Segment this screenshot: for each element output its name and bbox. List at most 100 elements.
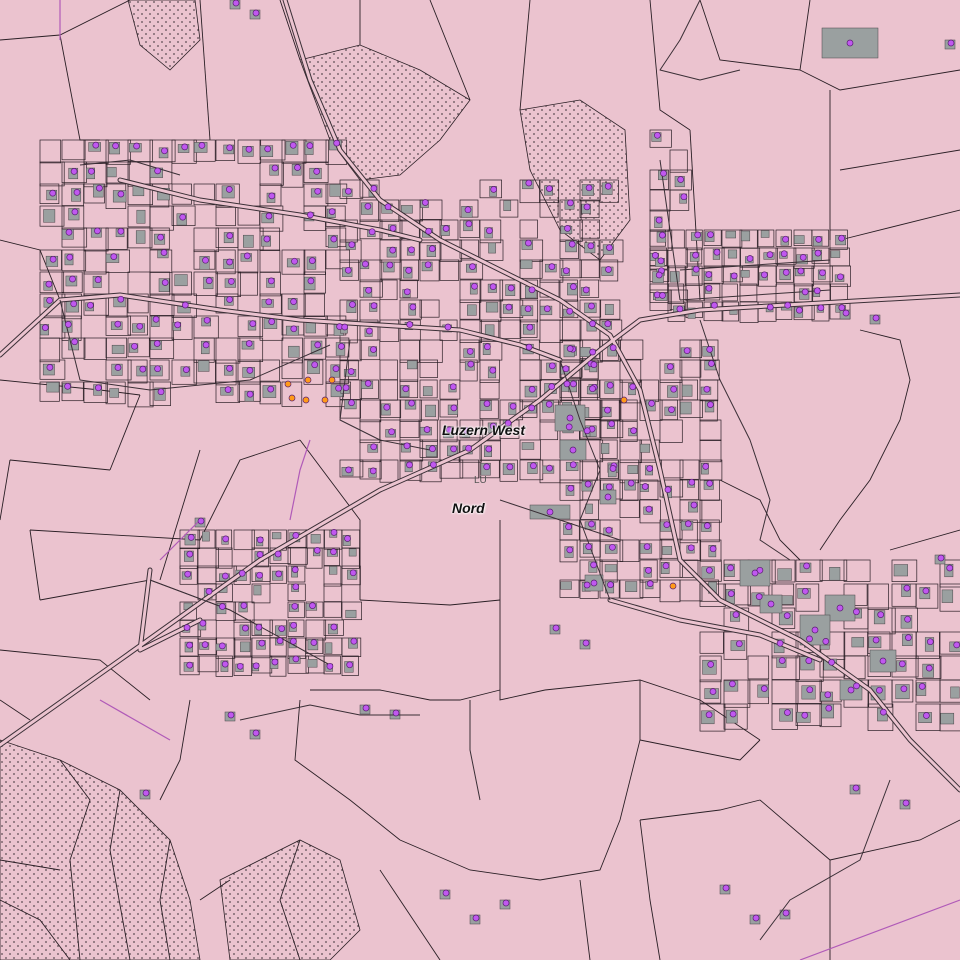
address-point[interactable] xyxy=(655,216,663,224)
address-point[interactable] xyxy=(778,657,786,664)
address-point[interactable] xyxy=(307,211,314,219)
address-point[interactable] xyxy=(346,661,354,669)
address-point[interactable] xyxy=(242,624,249,632)
address-point[interactable] xyxy=(384,203,392,211)
address-point[interactable] xyxy=(837,273,844,281)
address-point[interactable] xyxy=(246,367,254,374)
address-point[interactable] xyxy=(584,480,592,488)
address-point[interactable] xyxy=(780,250,788,258)
address-point[interactable] xyxy=(838,304,846,311)
address-point[interactable] xyxy=(819,269,826,277)
address-point[interactable] xyxy=(552,624,560,632)
address-point[interactable] xyxy=(645,505,653,513)
address-point[interactable] xyxy=(872,636,880,644)
address-point[interactable] xyxy=(186,641,193,649)
address-point[interactable] xyxy=(218,642,226,650)
address-point[interactable] xyxy=(528,404,536,412)
address-point[interactable] xyxy=(838,234,845,242)
address-point[interactable] xyxy=(654,131,661,139)
address-point[interactable] xyxy=(782,235,789,243)
address-point[interactable] xyxy=(276,637,284,645)
address-point[interactable] xyxy=(767,600,775,608)
address-point[interactable] xyxy=(402,385,410,393)
address-point[interactable] xyxy=(256,536,264,544)
address-point[interactable] xyxy=(465,444,472,452)
address-point[interactable] xyxy=(314,341,322,349)
address-point[interactable] xyxy=(872,314,880,322)
address-point[interactable] xyxy=(766,251,774,258)
address-point[interactable] xyxy=(226,296,234,303)
address-point[interactable] xyxy=(630,427,637,434)
address-point[interactable] xyxy=(153,340,161,347)
address-point[interactable] xyxy=(546,464,553,472)
address-point[interactable] xyxy=(349,569,357,577)
address-point[interactable] xyxy=(49,189,57,197)
address-point[interactable] xyxy=(713,248,721,256)
address-point[interactable] xyxy=(383,403,391,411)
address-point[interactable] xyxy=(45,280,53,288)
address-point[interactable] xyxy=(49,255,57,263)
address-point[interactable] xyxy=(796,306,803,314)
address-point[interactable] xyxy=(450,445,457,453)
address-point[interactable] xyxy=(528,286,536,294)
address-point[interactable] xyxy=(271,658,279,666)
address-point[interactable] xyxy=(181,301,189,309)
address-point[interactable] xyxy=(670,385,678,393)
address-point[interactable] xyxy=(64,382,71,390)
address-point[interactable] xyxy=(569,446,577,454)
address-point[interactable] xyxy=(784,301,792,309)
address-point[interactable] xyxy=(947,39,955,47)
address-point[interactable] xyxy=(345,466,352,474)
address-point[interactable] xyxy=(263,235,271,243)
address-point[interactable] xyxy=(344,535,351,542)
address-point[interactable] xyxy=(181,143,189,151)
address-point[interactable] xyxy=(806,686,814,694)
address-point[interactable] xyxy=(694,231,702,239)
address-point[interactable] xyxy=(582,639,590,647)
address-point[interactable] xyxy=(219,603,226,610)
address-point[interactable] xyxy=(469,263,476,270)
address-point[interactable] xyxy=(142,789,150,797)
address-point[interactable] xyxy=(465,220,473,228)
address-point[interactable] xyxy=(677,176,685,183)
address-point[interactable] xyxy=(546,185,553,192)
address-point[interactable] xyxy=(157,233,164,241)
address-point[interactable] xyxy=(605,483,613,491)
address-point[interactable] xyxy=(290,637,297,645)
address-point[interactable] xyxy=(291,566,299,573)
address-point[interactable] xyxy=(184,570,192,578)
address-point[interactable] xyxy=(589,348,596,356)
address-point[interactable] xyxy=(853,682,860,690)
address-point[interactable] xyxy=(428,245,436,253)
address-point[interactable] xyxy=(729,710,737,718)
address-point[interactable] xyxy=(562,267,570,275)
address-point[interactable] xyxy=(853,608,860,616)
address-point[interactable] xyxy=(350,637,358,645)
address-point[interactable] xyxy=(648,400,655,407)
address-point[interactable] xyxy=(94,227,101,235)
address-point[interactable] xyxy=(727,564,734,572)
address-point-highlight[interactable] xyxy=(288,394,296,402)
address-point[interactable] xyxy=(688,478,696,486)
address-point[interactable] xyxy=(564,225,571,232)
address-point[interactable] xyxy=(801,711,809,719)
address-point[interactable] xyxy=(348,241,356,248)
address-point[interactable] xyxy=(442,889,450,897)
address-point[interactable] xyxy=(449,383,457,391)
address-point[interactable] xyxy=(879,657,887,665)
address-point[interactable] xyxy=(183,624,191,631)
address-point[interactable] xyxy=(205,277,213,285)
address-point[interactable] xyxy=(392,709,400,717)
address-point[interactable] xyxy=(926,638,934,646)
address-point[interactable] xyxy=(133,142,140,150)
address-point[interactable] xyxy=(430,461,437,469)
address-point[interactable] xyxy=(666,363,674,370)
address-point[interactable] xyxy=(292,532,300,539)
address-point[interactable] xyxy=(139,365,147,373)
address-point[interactable] xyxy=(71,338,78,346)
address-point[interactable] xyxy=(525,239,532,247)
address-point[interactable] xyxy=(182,366,190,373)
address-point[interactable] xyxy=(330,623,338,631)
address-point[interactable] xyxy=(292,655,300,663)
address-point[interactable] xyxy=(370,443,378,451)
